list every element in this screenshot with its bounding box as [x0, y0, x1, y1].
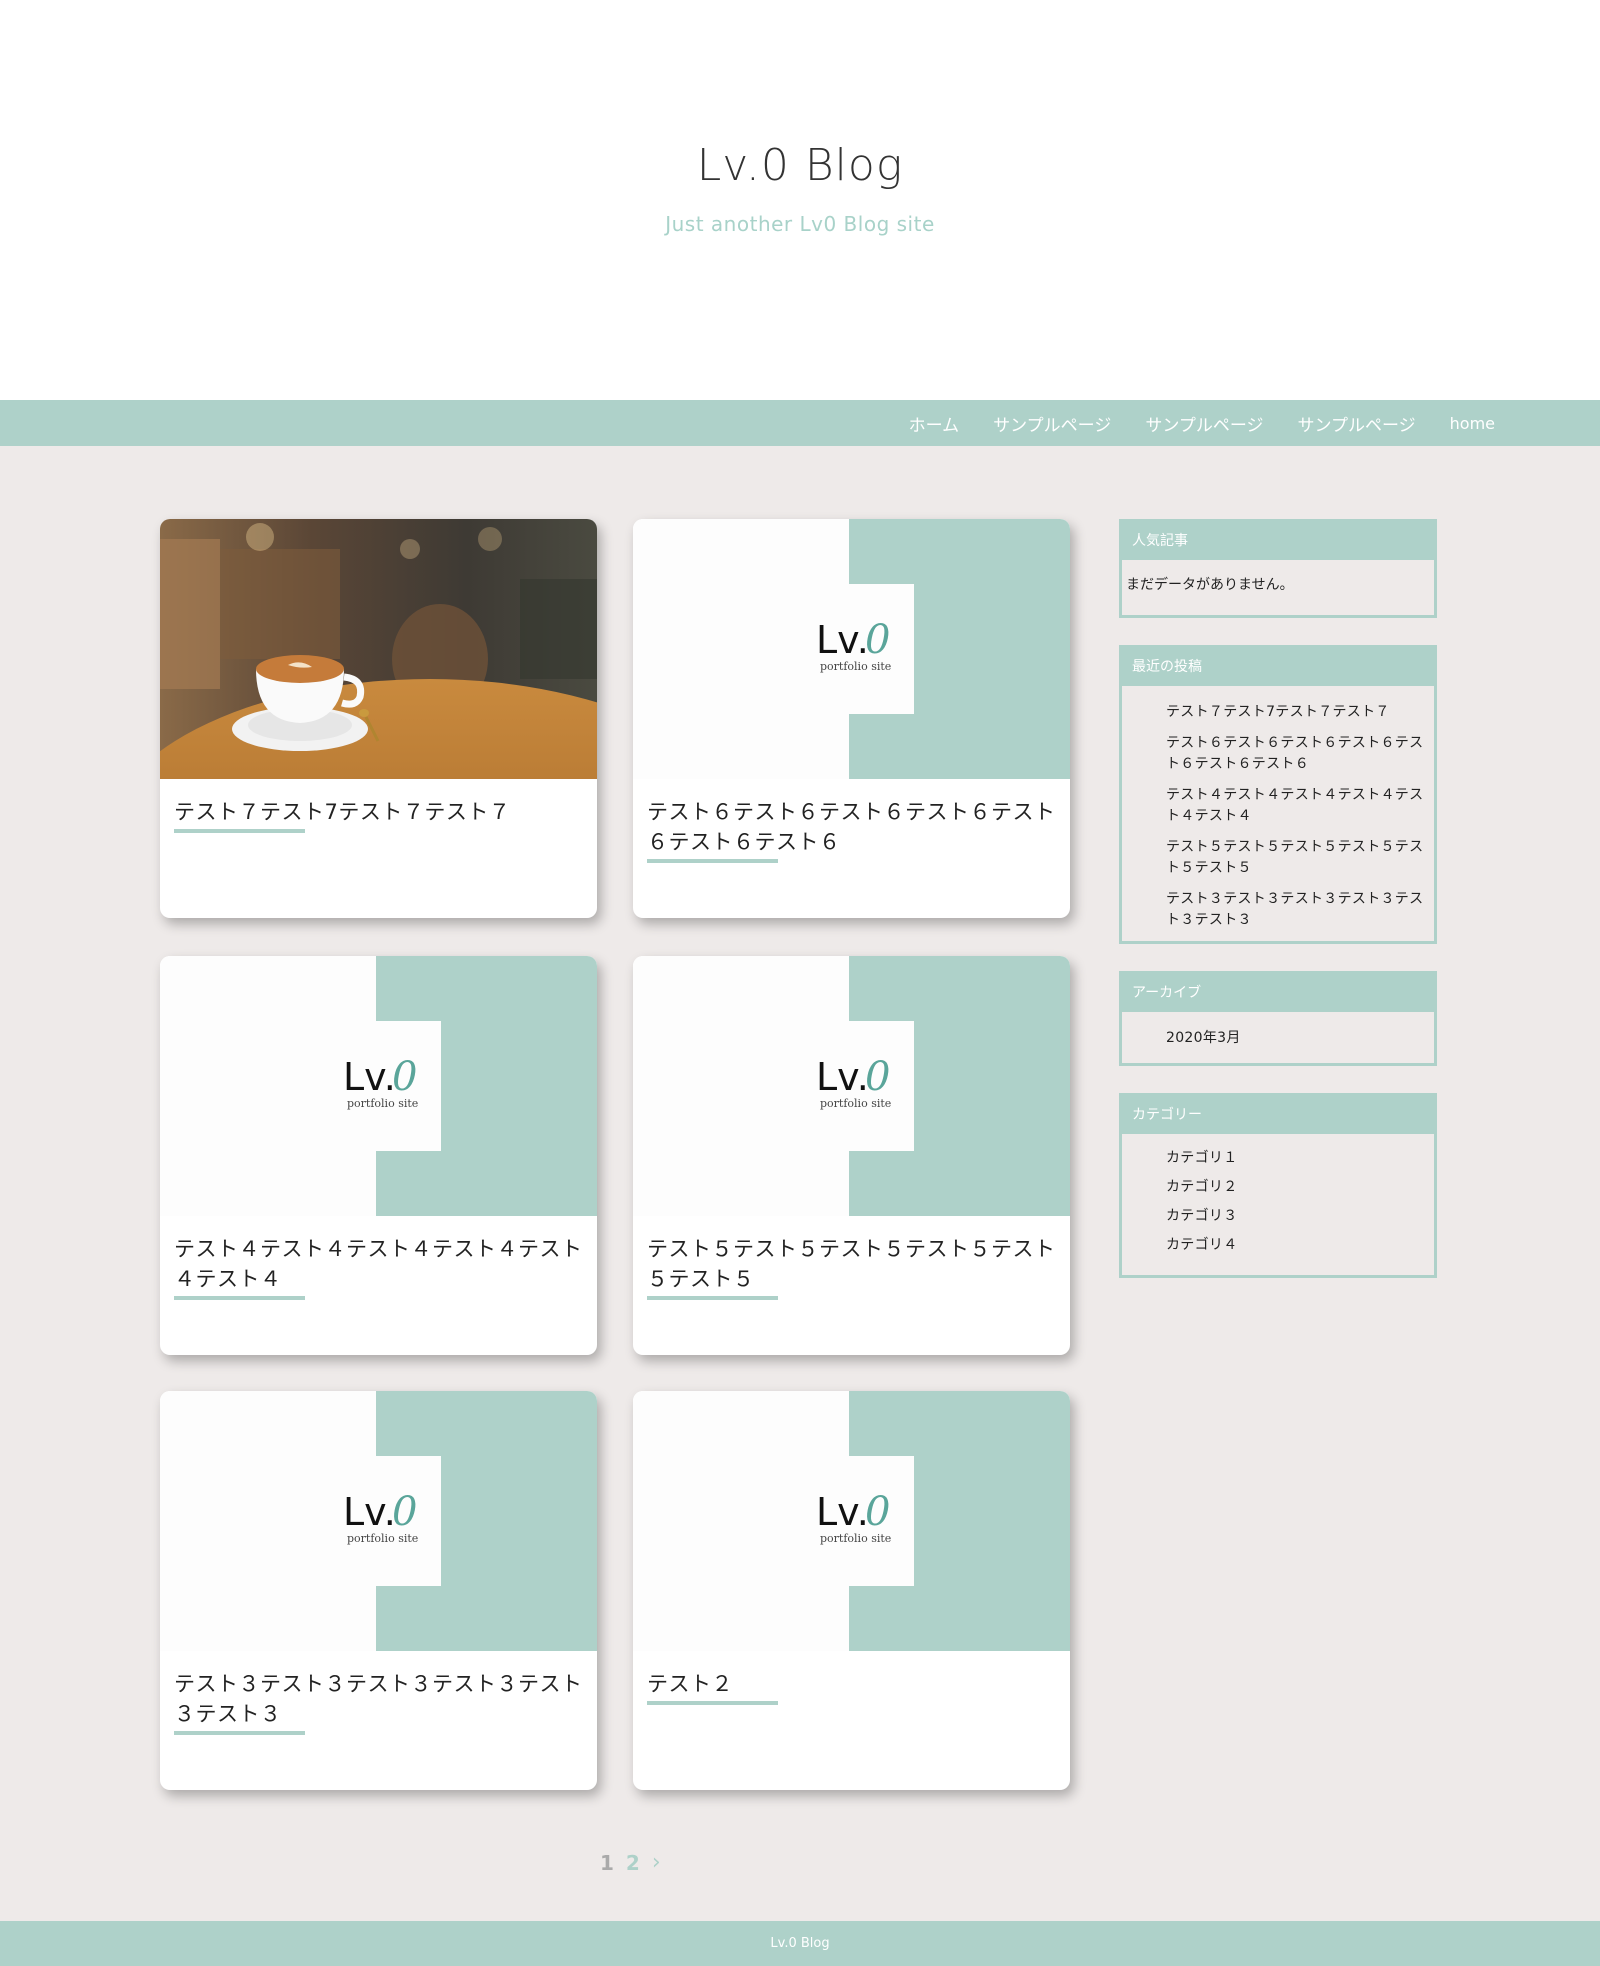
post-thumbnail-lv0-logo[interactable]: Lv. 0 portfolio site: [633, 956, 1070, 1216]
logo-accent-text: 0: [865, 617, 890, 663]
footer-text[interactable]: Lv.0 Blog: [770, 1936, 829, 1951]
recent-post-link[interactable]: テスト５テスト５テスト５テスト５テスト５テスト５: [1166, 837, 1426, 879]
widget-title: アーカイブ: [1122, 974, 1434, 1012]
logo-accent-text: 0: [392, 1054, 417, 1100]
post-thumbnail-coffee-photo[interactable]: [160, 519, 597, 779]
main-nav: ホーム サンプルページ サンプルページ サンプルページ home: [0, 400, 1600, 446]
category-link[interactable]: カテゴリ２: [1166, 1177, 1426, 1198]
logo-main-text: Lv.: [343, 1055, 396, 1099]
widget-title: 最近の投稿: [1122, 648, 1434, 686]
title-underline: [647, 1701, 778, 1705]
post-card[interactable]: Lv. 0 portfolio site テスト６テスト６テスト６テスト６テスト…: [633, 519, 1070, 918]
logo-main-text: Lv.: [816, 1490, 869, 1534]
post-title[interactable]: テスト３テスト３テスト３テスト３テスト３テスト３: [174, 1669, 586, 1735]
logo-subtitle: portfolio site: [347, 1532, 418, 1545]
logo-accent-text: 0: [865, 1489, 890, 1535]
post-card[interactable]: Lv. 0 portfolio site テスト４テスト４テスト４テスト４テスト…: [160, 956, 597, 1355]
widget-archives: アーカイブ 2020年3月: [1119, 971, 1437, 1066]
post-card[interactable]: Lv. 0 portfolio site テスト５テスト５テスト５テスト５テスト…: [633, 956, 1070, 1355]
post-thumbnail-lv0-logo[interactable]: Lv. 0 portfolio site: [160, 1391, 597, 1651]
post-title[interactable]: テスト２: [647, 1669, 1059, 1705]
post-title[interactable]: テスト６テスト６テスト６テスト６テスト６テスト６テスト６: [647, 797, 1059, 863]
logo-main-text: Lv.: [816, 618, 869, 662]
logo-subtitle: portfolio site: [820, 1097, 891, 1110]
recent-post-link[interactable]: テスト７テスト7テスト７テスト７: [1166, 702, 1426, 723]
widget-title: 人気記事: [1122, 522, 1434, 560]
page-link-2[interactable]: 2: [626, 1851, 640, 1875]
nav-item-sample-page-3[interactable]: サンプルページ: [1297, 411, 1415, 436]
archive-link[interactable]: 2020年3月: [1166, 1028, 1426, 1049]
widget-title: カテゴリー: [1122, 1096, 1434, 1134]
title-underline: [174, 1731, 305, 1735]
recent-post-link[interactable]: テスト３テスト３テスト３テスト３テスト３テスト３: [1166, 889, 1426, 931]
widget-categories: カテゴリー カテゴリ１ カテゴリ２ カテゴリ３ カテゴリ４: [1119, 1093, 1437, 1278]
category-link[interactable]: カテゴリ１: [1166, 1148, 1426, 1169]
post-thumbnail-lv0-logo[interactable]: Lv. 0 portfolio site: [633, 1391, 1070, 1651]
site-header: Lv.0 Blog Just another Lv0 Blog site: [0, 0, 1600, 400]
post-card[interactable]: Lv. 0 portfolio site テスト３テスト３テスト３テスト３テスト…: [160, 1391, 597, 1790]
logo-accent-text: 0: [865, 1054, 890, 1100]
site-title[interactable]: Lv.0 Blog: [0, 140, 1600, 191]
title-underline: [174, 1296, 305, 1300]
pagination: 1 2 ›: [600, 1850, 661, 1875]
post-title[interactable]: テスト５テスト５テスト５テスト５テスト５テスト５: [647, 1234, 1059, 1300]
post-card[interactable]: Lv. 0 portfolio site テスト２: [633, 1391, 1070, 1790]
nav-item-home[interactable]: ホーム: [909, 411, 960, 436]
post-title[interactable]: テスト７テスト7テスト７テスト７: [174, 797, 586, 833]
title-underline: [174, 829, 305, 833]
recent-post-link[interactable]: テスト６テスト６テスト６テスト６テスト６テスト６テスト６: [1166, 733, 1426, 775]
widget-popular-posts: 人気記事 まだデータがありません。: [1119, 519, 1437, 618]
next-page-chevron-icon[interactable]: ›: [652, 1850, 661, 1875]
logo-main-text: Lv.: [816, 1055, 869, 1099]
logo-main-text: Lv.: [343, 1490, 396, 1534]
widget-empty-message: まだデータがありません。: [1126, 577, 1294, 593]
logo-subtitle: portfolio site: [820, 660, 891, 673]
nav-item-sample-page-1[interactable]: サンプルページ: [993, 411, 1111, 436]
title-underline: [647, 859, 778, 863]
recent-post-link[interactable]: テスト４テスト４テスト４テスト４テスト４テスト４: [1166, 785, 1426, 827]
title-underline: [647, 1296, 778, 1300]
nav-item-home-en[interactable]: home: [1450, 414, 1495, 433]
category-link[interactable]: カテゴリ４: [1166, 1235, 1426, 1256]
logo-subtitle: portfolio site: [347, 1097, 418, 1110]
site-description: Just another Lv0 Blog site: [665, 212, 935, 236]
widget-recent-posts: 最近の投稿 テスト７テスト7テスト７テスト７ テスト６テスト６テスト６テスト６テ…: [1119, 645, 1437, 944]
page-current: 1: [600, 1850, 614, 1875]
post-thumbnail-lv0-logo[interactable]: Lv. 0 portfolio site: [160, 956, 597, 1216]
nav-item-sample-page-2[interactable]: サンプルページ: [1145, 411, 1263, 436]
post-card[interactable]: テスト７テスト7テスト７テスト７: [160, 519, 597, 918]
post-thumbnail-lv0-logo[interactable]: Lv. 0 portfolio site: [633, 519, 1070, 779]
post-title[interactable]: テスト４テスト４テスト４テスト４テスト４テスト４: [174, 1234, 586, 1300]
site-footer: Lv.0 Blog: [0, 1921, 1600, 1966]
logo-subtitle: portfolio site: [820, 1532, 891, 1545]
category-link[interactable]: カテゴリ３: [1166, 1206, 1426, 1227]
logo-accent-text: 0: [392, 1489, 417, 1535]
